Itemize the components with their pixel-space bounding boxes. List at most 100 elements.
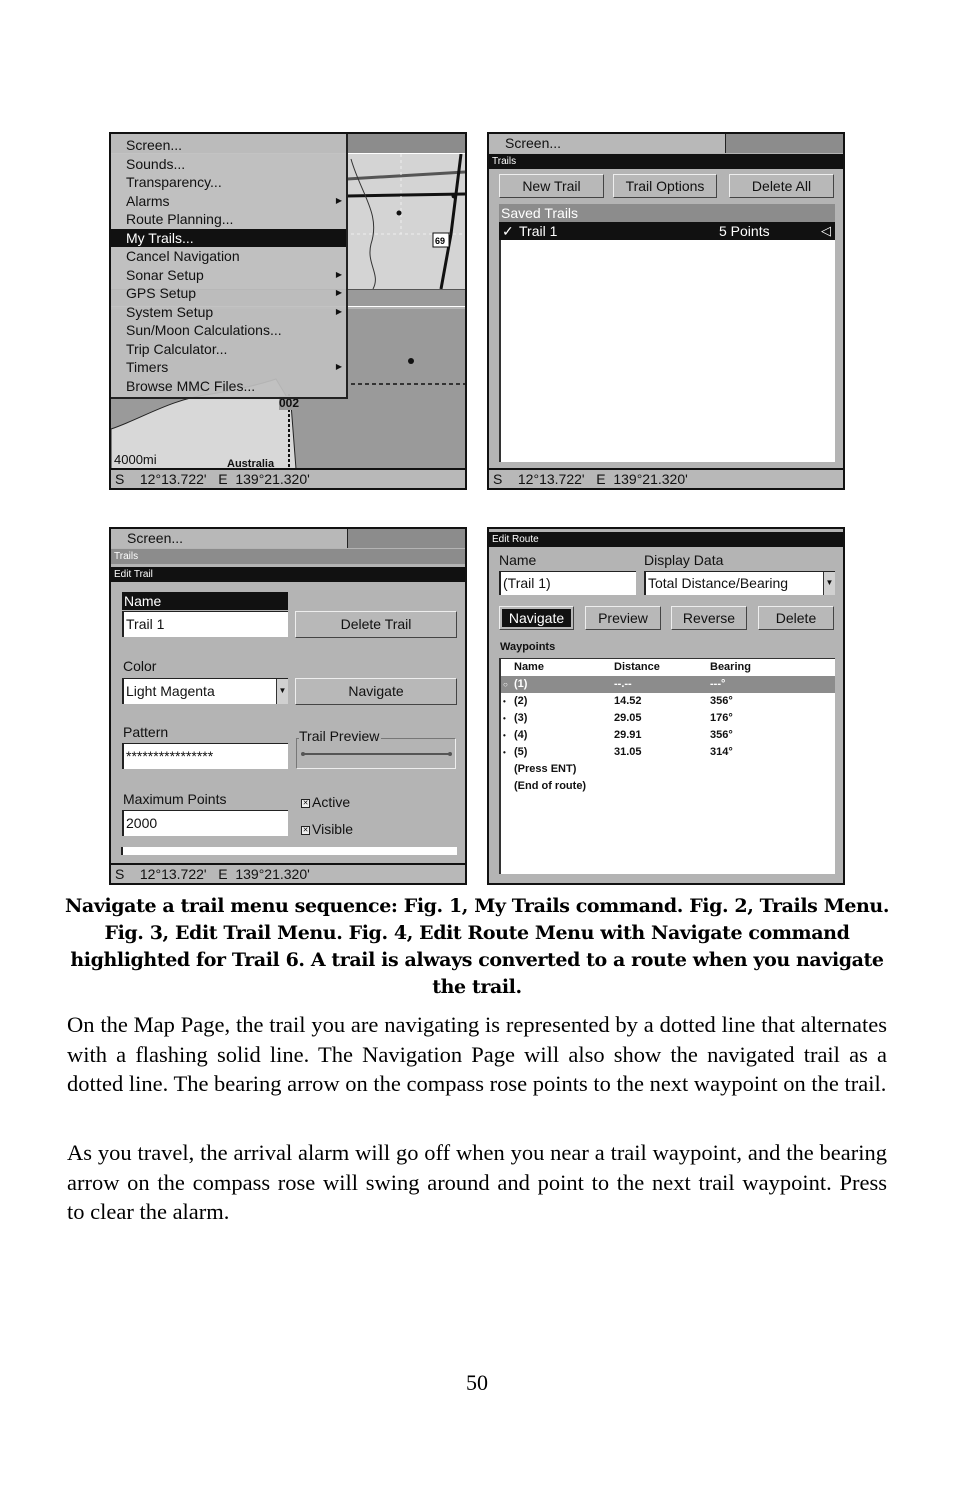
waypoint-bullet-icon: ○ (503, 680, 508, 689)
display-data-value: Total Distance/Bearing (648, 575, 789, 591)
chevron-down-icon: ▼ (823, 572, 835, 595)
screen-menu-bar[interactable]: Screen... (111, 529, 465, 548)
waypoints-table: Name Distance Bearing ○ (1) --.-- ---° • (2) 1… (499, 658, 835, 874)
display-data-label: Display Data (644, 552, 724, 568)
figure-4-edit-route: Edit Route Name (Trail 1) Display Data T… (487, 527, 845, 885)
waypoints-label: Waypoints (500, 641, 556, 653)
cell-distance: 14.52 (614, 695, 642, 707)
menu-item[interactable]: Sonar Setup ▶ (111, 266, 346, 285)
active-checkbox[interactable]: ✕ Active (301, 794, 350, 810)
table-row[interactable]: • (3) 29.05 176° (501, 710, 835, 727)
cell-name: (3) (514, 712, 528, 724)
menu-item-label: Sounds... (126, 155, 186, 172)
trail-name: Trail 1 (519, 223, 558, 239)
table-header: Name Distance Bearing (501, 659, 835, 676)
end-of-route-label: (End of route) (514, 780, 587, 792)
visible-checkbox[interactable]: ✕ Visible (301, 821, 353, 837)
figure-caption: Navigate a trail menu sequence: Fig. 1, … (64, 895, 890, 998)
menu-item-label: Screen... (126, 137, 183, 153)
color-dropdown[interactable]: Light Magenta ▼ (122, 678, 288, 704)
menu-item[interactable]: Sounds... (111, 155, 346, 174)
reverse-button[interactable]: Reverse (671, 606, 747, 630)
main-menu: Screen... Sounds... Transparency... Alarms ▶… (111, 134, 348, 399)
navigate-arrow-icon: ◁ (821, 223, 831, 238)
figure-2-trails-menu: Screen... Trails New Trail Trail Options… (487, 132, 845, 490)
menu-item-label: Sonar Setup (126, 266, 204, 283)
waypoint-bullet-icon: • (503, 731, 506, 740)
menu-item[interactable]: Cancel Navigation (111, 247, 346, 266)
menu-item[interactable]: My Trails... (111, 228, 346, 247)
delete-all-button[interactable]: Delete All (729, 174, 834, 198)
body-paragraph: On the Map Page, the trail you are navig… (67, 1012, 887, 1096)
visible-label: Visible (312, 821, 353, 837)
menu-item[interactable]: Browse MMC Files... (111, 377, 346, 396)
waypoint-bullet-icon: • (503, 714, 506, 723)
submenu-arrow-icon: ▶ (335, 362, 342, 371)
press-ent-row[interactable]: (Press ENT) (501, 761, 835, 778)
trail-name-field[interactable]: Trail 1 (122, 611, 288, 637)
preview-button[interactable]: Preview (585, 606, 661, 630)
table-row[interactable]: • (5) 31.05 314° (501, 744, 835, 761)
pattern-field[interactable]: **************** (122, 743, 288, 769)
checkbox-checked-icon: ✕ (301, 825, 310, 835)
menu-item[interactable]: Transparency... (111, 173, 346, 192)
column-name: Name (514, 661, 544, 673)
route-name-field[interactable]: (Trail 1) (499, 571, 636, 595)
menu-item-label: Timers (126, 359, 169, 375)
cell-name: (4) (514, 729, 528, 741)
menu-item-label: Transparency... (126, 174, 222, 190)
cell-bearing: 356° (710, 695, 733, 707)
trail-options-button[interactable]: Trail Options (613, 174, 717, 198)
menu-item[interactable]: Route Planning... (111, 210, 346, 229)
table-row[interactable]: • (4) 29.91 356° (501, 727, 835, 744)
menu-item[interactable]: Sun/Moon Calculations... (111, 321, 346, 340)
menu-item[interactable]: Alarms ▶ (111, 192, 346, 211)
cell-bearing: 314° (710, 746, 733, 758)
navigate-button-label: Navigate (502, 609, 571, 627)
navigate-button[interactable]: Navigate (295, 678, 457, 705)
screen-menu-bar[interactable]: Screen... (489, 134, 843, 153)
table-row[interactable]: • (2) 14.52 356° (501, 693, 835, 710)
screen-label: Screen... (127, 530, 184, 546)
position-status-bar: S 12°13.722' E 139°21.320' (111, 863, 465, 883)
trails-parent-title: Trails (111, 549, 465, 564)
menu-item[interactable]: Timers ▶ (111, 358, 346, 377)
menu-item[interactable]: Trip Calculator... (111, 340, 346, 359)
menu-item-label: Cancel Navigation (126, 248, 240, 264)
waypoint-bullet-icon: • (503, 697, 506, 706)
menu-item[interactable]: GPS Setup ▶ (111, 284, 346, 303)
table-row[interactable]: ○ (1) --.-- ---° (501, 676, 835, 693)
new-trail-button[interactable]: New Trail (499, 174, 604, 198)
submenu-arrow-icon: ▶ (335, 269, 342, 279)
delete-trail-button[interactable]: Delete Trail (295, 611, 457, 638)
menu-item[interactable]: Screen... (111, 136, 346, 155)
menu-item-label: Browse MMC Files... (126, 377, 256, 394)
delete-button[interactable]: Delete (758, 606, 834, 630)
navigate-button[interactable]: Navigate (499, 606, 574, 630)
submenu-arrow-icon: ▶ (335, 288, 342, 297)
cell-distance: 29.05 (614, 712, 642, 724)
menu-item-label: Alarms (126, 192, 170, 209)
max-points-field[interactable]: 2000 (122, 810, 288, 836)
cell-bearing: 176° (710, 712, 733, 724)
chevron-down-icon: ▼ (276, 679, 288, 704)
max-points-label: Maximum Points (123, 791, 227, 807)
color-label: Color (123, 658, 157, 674)
edit-trail-title: Edit Trail (111, 567, 465, 582)
name-label: Name (122, 592, 288, 610)
figure-3-edit-trail: Screen... Trails Edit Trail Name Trail 1… (109, 527, 467, 885)
name-label: Name (499, 552, 537, 568)
end-of-route-row: (End of route) (501, 778, 835, 795)
cell-name: (1) (514, 678, 528, 690)
display-data-dropdown[interactable]: Total Distance/Bearing ▼ (644, 571, 835, 595)
menu-item-label: Trip Calculator... (126, 340, 228, 357)
trails-title: Trails (489, 154, 843, 169)
waypoint-bullet-icon: • (503, 748, 506, 757)
trail-list-item[interactable]: ✓ Trail 1 5 Points ◁ (499, 222, 835, 240)
cell-distance: 31.05 (614, 746, 642, 758)
menu-item-label: Sun/Moon Calculations... (126, 322, 282, 338)
press-ent-label: (Press ENT) (514, 763, 577, 775)
page-number: 50 (466, 1370, 488, 1395)
checkbox-checked-icon: ✕ (301, 798, 310, 808)
menu-item[interactable]: System Setup ▶ (111, 303, 346, 322)
